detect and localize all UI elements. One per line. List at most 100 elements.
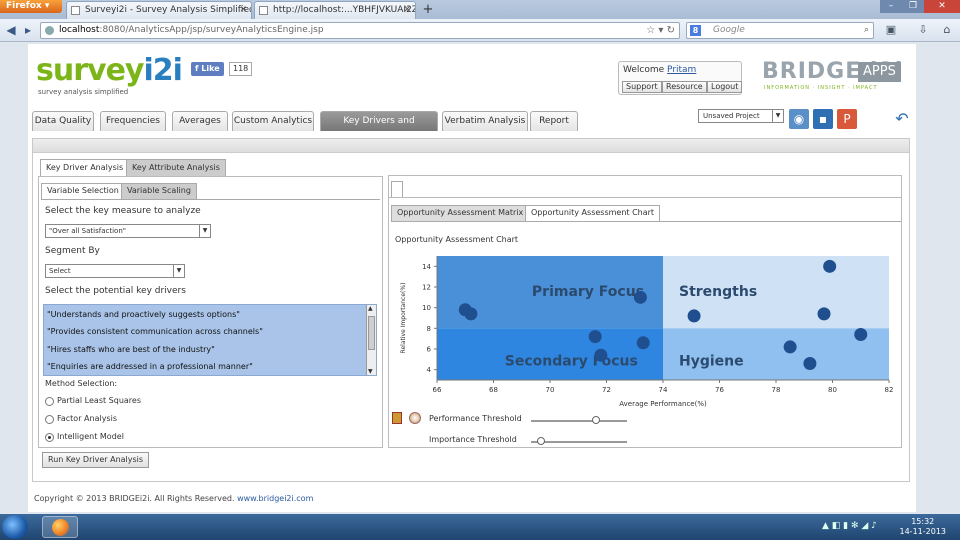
- drivers-listbox[interactable]: "Understands and proactively suggests op…: [43, 304, 377, 376]
- favicon-icon: [71, 6, 80, 15]
- facebook-like-button[interactable]: f Like: [191, 62, 224, 76]
- tab-variable-selection[interactable]: Variable Selection: [41, 183, 125, 199]
- quadrant-label: Primary Focus: [532, 284, 644, 300]
- search-icon[interactable]: ⌕: [864, 23, 869, 38]
- tab-opportunity-matrix[interactable]: Opportunity Assessment Matrix: [391, 205, 530, 221]
- tab-variable-scaling[interactable]: Variable Scaling: [121, 183, 197, 199]
- tab-frequencies[interactable]: Frequencies: [100, 111, 166, 131]
- url-bar[interactable]: localhost:8080/AnalyticsApp/jsp/surveyAn…: [40, 22, 680, 39]
- scroll-down-icon[interactable]: ▼: [368, 368, 373, 375]
- list-item[interactable]: "Provides consistent communication acros…: [47, 327, 263, 336]
- x-axis-title: Average Performance(%): [619, 400, 707, 408]
- scatter-point[interactable]: [687, 309, 701, 323]
- footer-link[interactable]: www.bridgei2i.com: [237, 494, 313, 503]
- list-item[interactable]: "Hires staffs who are best of the indust…: [47, 345, 215, 354]
- slider-handle[interactable]: [592, 416, 601, 424]
- logout-button[interactable]: Logout: [707, 81, 743, 93]
- scatter-point[interactable]: [464, 307, 478, 321]
- new-tab-button[interactable]: +: [418, 2, 438, 18]
- radio-partial-least-squares[interactable]: [45, 397, 54, 406]
- system-clock[interactable]: 15:32 14-11-2013: [900, 517, 947, 537]
- start-button[interactable]: [2, 515, 28, 539]
- tab-report[interactable]: Report: [530, 111, 578, 131]
- browser-tab-localhost[interactable]: http://localhost:...YBHFJVKUAI2Z6D6K ✕: [254, 1, 416, 19]
- minimize-window-button[interactable]: –: [880, 0, 902, 13]
- scatter-point[interactable]: [588, 330, 602, 344]
- tab-averages[interactable]: Averages: [172, 111, 228, 131]
- tab-key-driver-analysis[interactable]: Key Driver Analysis: [40, 159, 130, 176]
- chevron-down-icon: ▼: [173, 265, 184, 277]
- firefox-menu-button[interactable]: Firefox ▾: [0, 0, 62, 13]
- run-key-driver-button[interactable]: Run Key Driver Analysis: [42, 452, 150, 468]
- home-icon[interactable]: ⌂: [940, 23, 954, 37]
- close-tab-icon[interactable]: ✕: [239, 2, 247, 18]
- scatter-point[interactable]: [594, 348, 608, 362]
- measure-select[interactable]: "Over all Satisfaction" ▼: [45, 224, 211, 238]
- result-tab-blank[interactable]: [391, 181, 403, 197]
- logo-tagline: survey analysis simplified: [38, 88, 129, 96]
- y-axis-title: Relative Importance(%): [400, 283, 407, 354]
- back-arrow-icon[interactable]: ◀: [3, 23, 19, 39]
- tab-key-attribute-analysis[interactable]: Key Attribute Analysis: [126, 159, 226, 176]
- bridgei2i-tagline: INFORMATION · INSIGHT · IMPACT: [764, 85, 878, 91]
- tab-verbatim-analysis[interactable]: Verbatim Analysis: [442, 111, 528, 131]
- scatter-point[interactable]: [803, 356, 817, 370]
- surveyi2i-logo[interactable]: surveyi2i: [36, 56, 183, 86]
- image-export-icon[interactable]: [409, 412, 421, 424]
- drivers-label: Select the potential key drivers: [45, 286, 186, 296]
- scatter-point[interactable]: [823, 259, 837, 273]
- performance-threshold-slider[interactable]: [531, 416, 627, 424]
- tab-custom-analytics[interactable]: Custom Analytics: [232, 111, 314, 131]
- close-tab-icon[interactable]: ✕: [403, 2, 411, 18]
- screenshot-tool-icon[interactable]: ▣: [884, 23, 898, 37]
- browser-chrome: Firefox ▾ Surveyi2i - Survey Analysis Si…: [0, 0, 960, 42]
- scroll-thumb[interactable]: [368, 316, 375, 350]
- importance-threshold-slider[interactable]: [531, 437, 627, 445]
- search-engine-icon[interactable]: 8: [690, 25, 701, 36]
- list-item[interactable]: "Understands and proactively suggests op…: [47, 310, 240, 319]
- scatter-point[interactable]: [636, 336, 650, 350]
- preview-eye-icon[interactable]: ◉: [789, 109, 809, 129]
- slider-handle[interactable]: [536, 437, 545, 445]
- segment-select[interactable]: Select ▼: [45, 264, 185, 278]
- chart-title: Opportunity Assessment Chart: [395, 235, 519, 244]
- drivers-scrollbar[interactable]: ▲ ▼: [366, 305, 376, 375]
- maximize-window-button[interactable]: ❐: [902, 0, 924, 13]
- tab-opportunity-chart[interactable]: Opportunity Assessment Chart: [525, 205, 661, 221]
- quadrant-label: Secondary Focus: [505, 354, 638, 370]
- forward-arrow-icon[interactable]: ▸: [20, 23, 36, 39]
- save-disk-icon[interactable]: ▪: [813, 109, 833, 129]
- close-window-button[interactable]: ✕: [924, 0, 960, 13]
- browser-tab-surveyi2i[interactable]: Surveyi2i - Survey Analysis Simplified ✕: [66, 1, 252, 19]
- radio-intelligent-model[interactable]: [45, 433, 54, 442]
- y-tick-label: 8: [427, 325, 431, 333]
- search-input[interactable]: 8 Google ⌕: [686, 22, 874, 39]
- support-button[interactable]: Support: [622, 81, 662, 93]
- undo-icon[interactable]: ↶: [892, 109, 912, 129]
- tab-key-drivers[interactable]: Key Drivers and Attributes: [320, 111, 438, 144]
- opportunity-scatter-chart[interactable]: Primary Focus Strengths Secondary Focus Hyg…: [389, 248, 901, 418]
- user-name-link[interactable]: Pritam: [667, 65, 696, 75]
- url-path: :8080/AnalyticsApp/jsp/surveyAnalyticsEn…: [99, 25, 324, 35]
- scatter-point[interactable]: [854, 328, 868, 342]
- favicon-icon: [259, 6, 268, 15]
- taskbar-firefox[interactable]: [42, 516, 78, 538]
- scatter-point[interactable]: [817, 307, 831, 321]
- y-tick-label: 10: [422, 304, 431, 312]
- download-icon[interactable]: ⇩: [916, 23, 930, 37]
- tray-icons[interactable]: ▲ ◧ ▮ ✻ ◢ ♪: [822, 521, 877, 531]
- list-item[interactable]: "Enquiries are addressed in a profession…: [47, 362, 253, 371]
- apps-badge[interactable]: APPS: [858, 62, 901, 82]
- browser-tab-title: http://localhost:...YBHFJVKUAI2Z6D6K: [273, 5, 415, 15]
- tab-data-quality[interactable]: Data Quality: [32, 111, 94, 131]
- export-pdf-icon[interactable]: [392, 412, 402, 424]
- resource-button[interactable]: Resource: [662, 81, 707, 93]
- browser-tab-bar: Firefox ▾ Surveyi2i - Survey Analysis Si…: [0, 0, 960, 19]
- bookmark-star-icon[interactable]: ☆ ▾ ↻: [646, 23, 675, 38]
- radio-factor-analysis[interactable]: [45, 415, 54, 424]
- scroll-up-icon[interactable]: ▲: [368, 305, 373, 312]
- project-select[interactable]: Unsaved Project ▼: [698, 109, 784, 123]
- export-ppt-icon[interactable]: P: [837, 109, 857, 129]
- scatter-point[interactable]: [783, 340, 797, 354]
- scatter-point[interactable]: [633, 290, 647, 304]
